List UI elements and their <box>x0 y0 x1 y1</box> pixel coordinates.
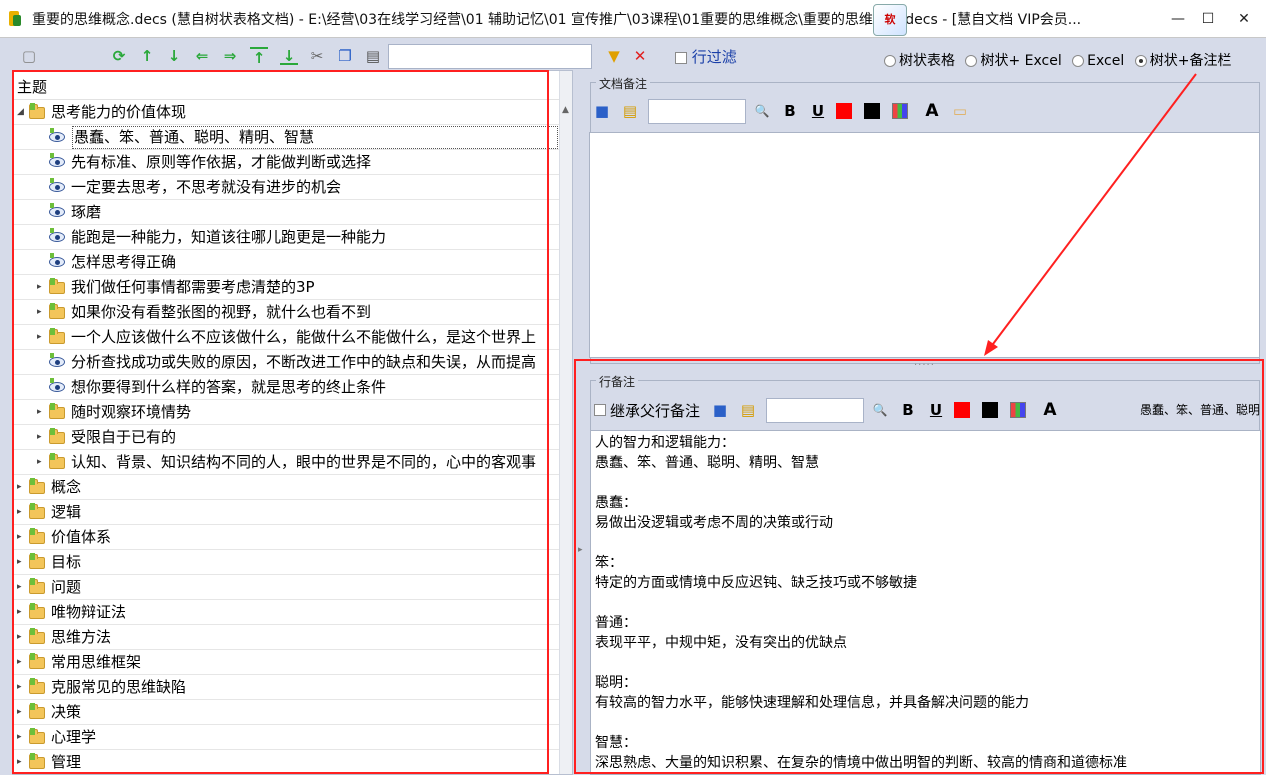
annotation-arrow <box>984 73 1197 356</box>
arrow-head <box>984 340 998 356</box>
arrow-line <box>989 73 1197 349</box>
